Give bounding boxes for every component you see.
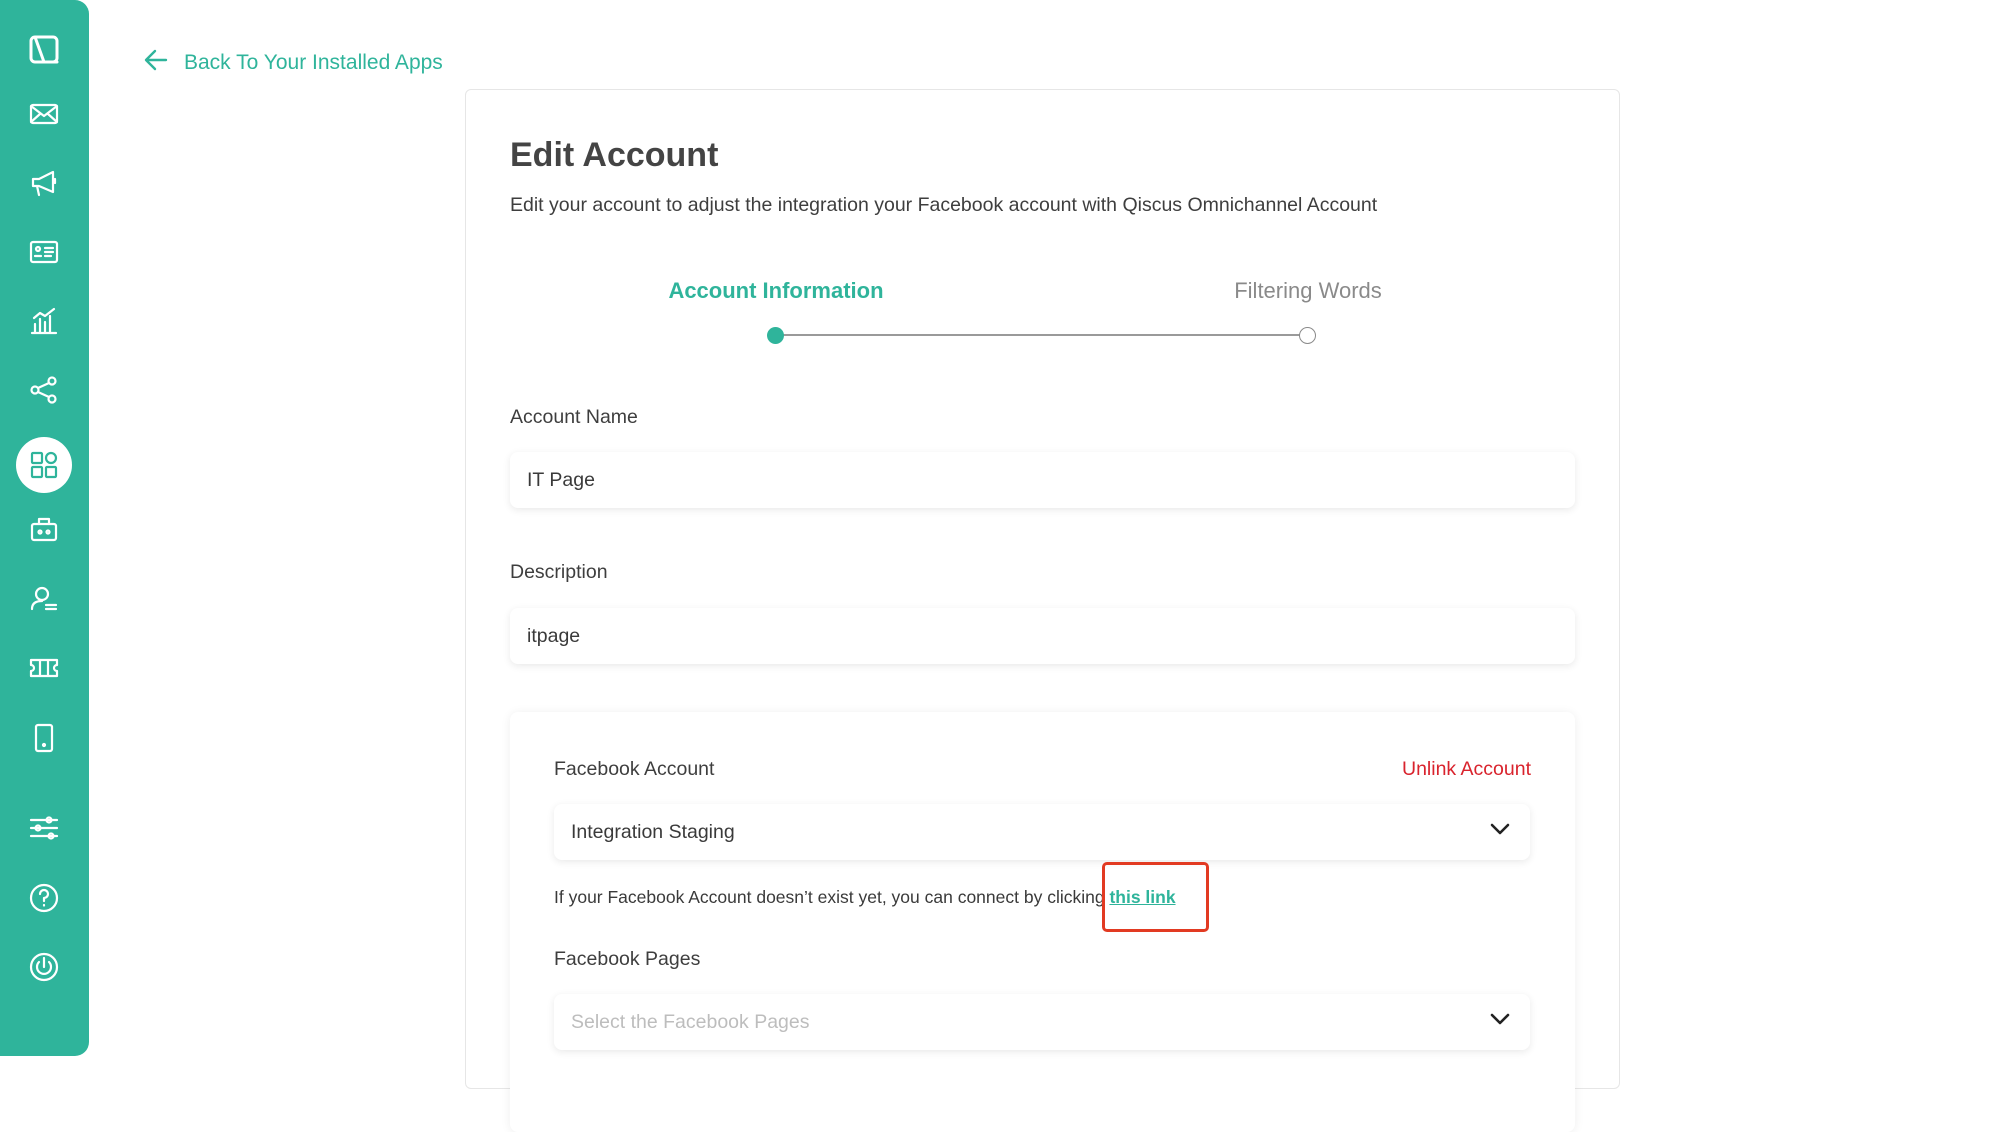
back-link-label: Back To Your Installed Apps [184, 51, 443, 74]
facebook-account-panel: Facebook Account Unlink Account Integrat… [510, 712, 1575, 1132]
apps-grid-icon[interactable] [16, 437, 72, 493]
account-name-input[interactable]: IT Page [510, 452, 1575, 508]
highlight-box [1102, 862, 1209, 932]
arrow-left-icon [142, 46, 170, 80]
description-label: Description [510, 561, 608, 583]
facebook-account-hint: If your Facebook Account doesn’t exist y… [554, 887, 1176, 908]
help-icon[interactable] [16, 870, 72, 926]
qiscus-logo-icon[interactable] [16, 21, 72, 77]
edit-account-card: Edit Account Edit your account to adjust… [465, 89, 1620, 1132]
mobile-icon[interactable] [16, 710, 72, 766]
chevron-down-icon [1487, 816, 1513, 848]
back-to-installed-apps-link[interactable]: Back To Your Installed Apps [142, 46, 443, 80]
facebook-account-selected-value: Integration Staging [571, 820, 735, 843]
sidebar [0, 0, 89, 1056]
account-name-label: Account Name [510, 406, 638, 428]
step-dot-active [767, 327, 784, 344]
unlink-account-button[interactable]: Unlink Account [1402, 758, 1531, 781]
hint-text: If your Facebook Account doesn’t exist y… [554, 887, 1110, 907]
facebook-pages-placeholder: Select the Facebook Pages [571, 1010, 810, 1033]
ticket-icon[interactable] [16, 640, 72, 696]
page-title: Edit Account [510, 136, 719, 174]
facebook-account-label: Facebook Account [554, 758, 715, 780]
power-icon[interactable] [16, 939, 72, 995]
robot-icon[interactable] [16, 502, 72, 558]
step-account-information[interactable]: Account Information [616, 278, 936, 304]
share-nodes-icon[interactable] [16, 362, 72, 418]
stepper-line [776, 334, 1308, 336]
facebook-pages-label: Facebook Pages [554, 948, 701, 970]
page-subtitle: Edit your account to adjust the integrat… [510, 194, 1378, 216]
mail-icon[interactable] [16, 86, 72, 142]
settings-sliders-icon[interactable] [16, 800, 72, 856]
megaphone-icon[interactable] [16, 155, 72, 211]
description-input[interactable]: itpage [510, 608, 1575, 664]
facebook-account-select[interactable]: Integration Staging [554, 804, 1530, 860]
analytics-icon[interactable] [16, 293, 72, 349]
facebook-pages-select[interactable]: Select the Facebook Pages [554, 994, 1530, 1050]
contact-card-icon[interactable] [16, 224, 72, 280]
step-dot-inactive [1299, 327, 1316, 344]
chevron-down-icon [1487, 1006, 1513, 1038]
agent-icon[interactable] [16, 571, 72, 627]
step-filtering-words[interactable]: Filtering Words [1148, 278, 1468, 304]
